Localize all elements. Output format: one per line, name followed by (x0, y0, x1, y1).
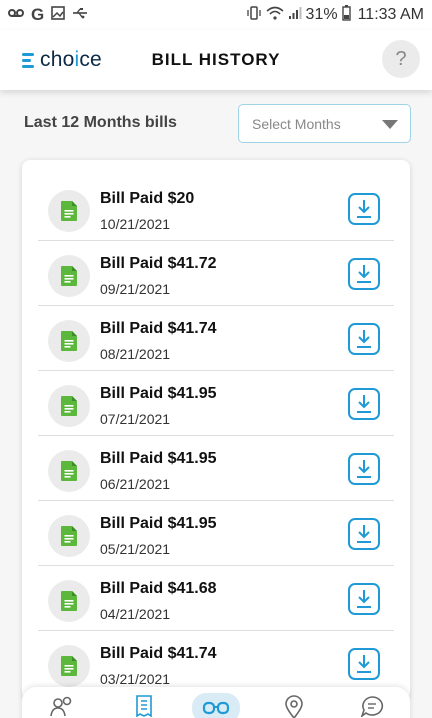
caret-down-icon (382, 120, 398, 129)
download-icon[interactable] (348, 453, 380, 485)
bill-title: Bill Paid $41.68 (100, 580, 217, 597)
chat-icon[interactable] (354, 695, 390, 718)
bill-row: Bill Paid $41.74 08/21/2021 (38, 306, 394, 371)
bill-list: Bill Paid $20 10/21/2021 Bill Paid $41.7… (22, 160, 410, 700)
usb-icon (72, 6, 88, 24)
help-button[interactable]: ? (382, 40, 420, 78)
battery-percent: 31% (305, 6, 338, 23)
download-icon[interactable] (348, 258, 380, 290)
download-icon[interactable] (348, 193, 380, 225)
bill-title: Bill Paid $41.95 (100, 450, 217, 467)
filter-label: Last 12 Months bills (24, 114, 177, 131)
bill-date: 06/21/2021 (100, 476, 171, 492)
bill-title: Bill Paid $41.95 (100, 515, 217, 532)
vibrate-icon (246, 5, 262, 26)
bill-row: Bill Paid $41.95 07/21/2021 (38, 371, 394, 436)
bill-title: Bill Paid $20 (100, 190, 195, 207)
bill-date: 05/21/2021 (100, 541, 171, 557)
bill-date: 08/21/2021 (100, 346, 171, 362)
document-icon (48, 190, 90, 232)
status-right-icons: 31% 11:33 AM (246, 4, 424, 26)
signal-icon (288, 6, 302, 25)
document-icon (48, 515, 90, 557)
google-icon: G (31, 5, 45, 24)
download-icon[interactable] (348, 323, 380, 355)
status-bar: G 31% 11:33 AM (0, 0, 432, 30)
download-icon[interactable] (348, 583, 380, 615)
document-icon (48, 450, 90, 492)
bottom-nav (22, 687, 410, 718)
voicemail-icon (8, 6, 24, 24)
receipt-icon[interactable] (126, 695, 162, 718)
download-icon[interactable] (348, 518, 380, 550)
bill-date: 04/21/2021 (100, 606, 171, 622)
download-icon[interactable] (348, 388, 380, 420)
image-icon (51, 5, 66, 25)
document-icon (48, 255, 90, 297)
bill-row: Bill Paid $41.72 09/21/2021 (38, 241, 394, 306)
location-pin-icon[interactable] (276, 695, 312, 718)
battery-icon (341, 4, 351, 26)
bill-title: Bill Paid $41.72 (100, 255, 217, 272)
select-months-dropdown[interactable]: Select Months (238, 104, 411, 143)
glasses-icon[interactable] (192, 693, 240, 718)
bill-row: Bill Paid $20 10/21/2021 (38, 176, 394, 241)
bill-date: 07/21/2021 (100, 411, 171, 427)
wifi-icon (266, 6, 284, 25)
bill-date: 10/21/2021 (100, 216, 171, 232)
document-icon (48, 385, 90, 427)
bill-row: Bill Paid $41.95 05/21/2021 (38, 501, 394, 566)
select-months-placeholder: Select Months (252, 115, 341, 132)
bill-date: 03/21/2021 (100, 671, 171, 687)
bill-row: Bill Paid $41.95 06/21/2021 (38, 436, 394, 501)
clock-time: 11:33 AM (357, 6, 424, 23)
status-left-icons: G (8, 5, 88, 25)
app-header: choice BILL HISTORY ? (0, 30, 432, 90)
document-icon (48, 645, 90, 687)
download-icon[interactable] (348, 648, 380, 680)
document-icon (48, 580, 90, 622)
bill-row: Bill Paid $41.68 04/21/2021 (38, 566, 394, 631)
users-icon[interactable] (44, 695, 80, 718)
bill-title: Bill Paid $41.95 (100, 385, 217, 402)
bill-title: Bill Paid $41.74 (100, 320, 217, 337)
bill-title: Bill Paid $41.74 (100, 645, 217, 662)
bill-date: 09/21/2021 (100, 281, 171, 297)
page-title: BILL HISTORY (151, 50, 281, 69)
document-icon (48, 320, 90, 362)
filter-row: Last 12 Months bills Select Months (0, 104, 432, 144)
